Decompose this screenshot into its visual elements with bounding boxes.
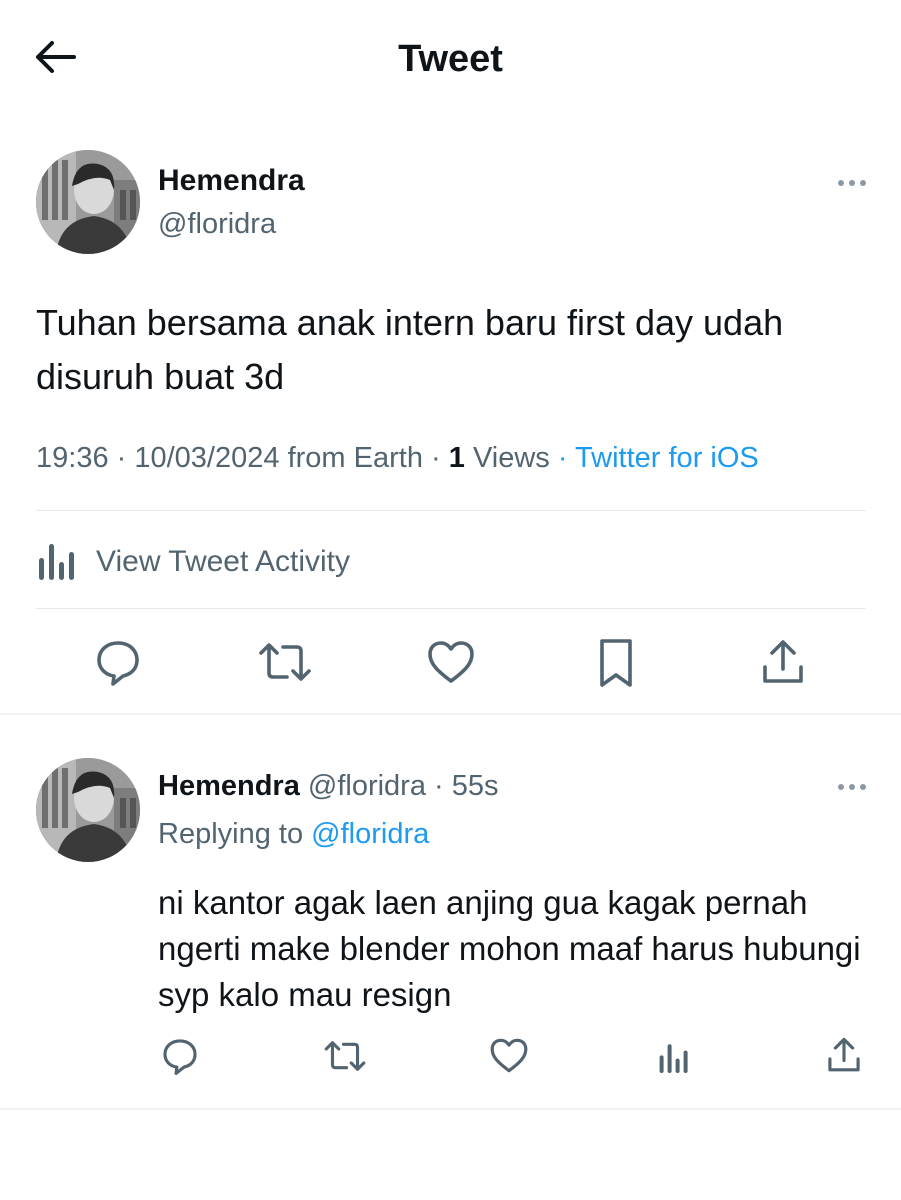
reply-button[interactable] [160,1038,200,1078]
retweet-button[interactable] [256,638,314,690]
divider [36,608,866,609]
meta-separator: · [434,770,444,802]
reply-header: Hemendra @floridra · 55s [158,770,499,803]
retweet-icon [257,639,313,690]
section-divider [0,1108,901,1110]
views-icon [657,1041,691,1078]
bar-chart-icon [36,540,78,585]
meta-separator: · [431,442,449,474]
share-button[interactable] [758,636,808,692]
divider [36,510,866,511]
more-horizontal-icon [837,174,867,192]
like-button[interactable] [424,638,478,690]
author-handle[interactable]: @floridra [308,770,426,802]
more-options-button[interactable] [832,168,872,198]
view-tweet-activity-button[interactable]: View Tweet Activity [36,538,350,586]
views-button[interactable] [656,1040,692,1078]
tweet-date: 10/03/2024 [134,442,280,474]
page-title: Tweet [398,38,503,80]
heart-icon [489,1037,529,1079]
tweet-time: 19:36 [36,442,109,474]
reply-actions [0,1034,901,1084]
meta-separator: · [557,442,576,474]
bookmark-button[interactable] [594,638,638,692]
tweet-location: from Earth [287,442,423,474]
activity-label: View Tweet Activity [96,545,351,578]
author-handle[interactable]: @floridra [158,208,276,241]
tweet-meta: 19:36 · 10/03/2024 from Earth · 1 Views … [36,442,759,475]
avatar[interactable] [36,150,140,254]
views-count: 1 [448,442,465,474]
like-button[interactable] [488,1038,530,1078]
comment-icon [94,638,142,691]
avatar[interactable] [36,758,140,862]
tweet-text: Tuhan bersama anak intern baru first day… [36,302,784,397]
section-divider [0,713,901,715]
more-horizontal-icon [837,778,867,796]
replying-prefix: Replying to [158,818,304,850]
reply-text: ni kantor agak laen anjing gua kagak per… [158,884,861,1013]
author-name[interactable]: Hemendra [158,164,305,198]
share-icon [826,1035,862,1080]
mention-link[interactable]: @floridra [311,818,429,850]
bookmark-icon [596,637,636,694]
heart-icon [426,639,476,690]
retweet-button[interactable] [322,1038,368,1078]
tweet-source-link[interactable]: Twitter for iOS [575,442,759,474]
comment-icon [161,1037,199,1080]
replying-to: Replying to @floridra [158,818,429,851]
views-label: Views [472,442,550,474]
tweet-actions [0,630,901,696]
top-bar: Tweet [0,0,901,120]
meta-separator: · [116,442,135,474]
reply-time: 55s [451,770,499,802]
more-options-button[interactable] [832,772,872,802]
author-name[interactable]: Hemendra [158,770,300,802]
share-icon [760,637,806,692]
retweet-icon [323,1038,367,1079]
share-button[interactable] [824,1036,864,1078]
reply-button[interactable] [92,638,144,690]
